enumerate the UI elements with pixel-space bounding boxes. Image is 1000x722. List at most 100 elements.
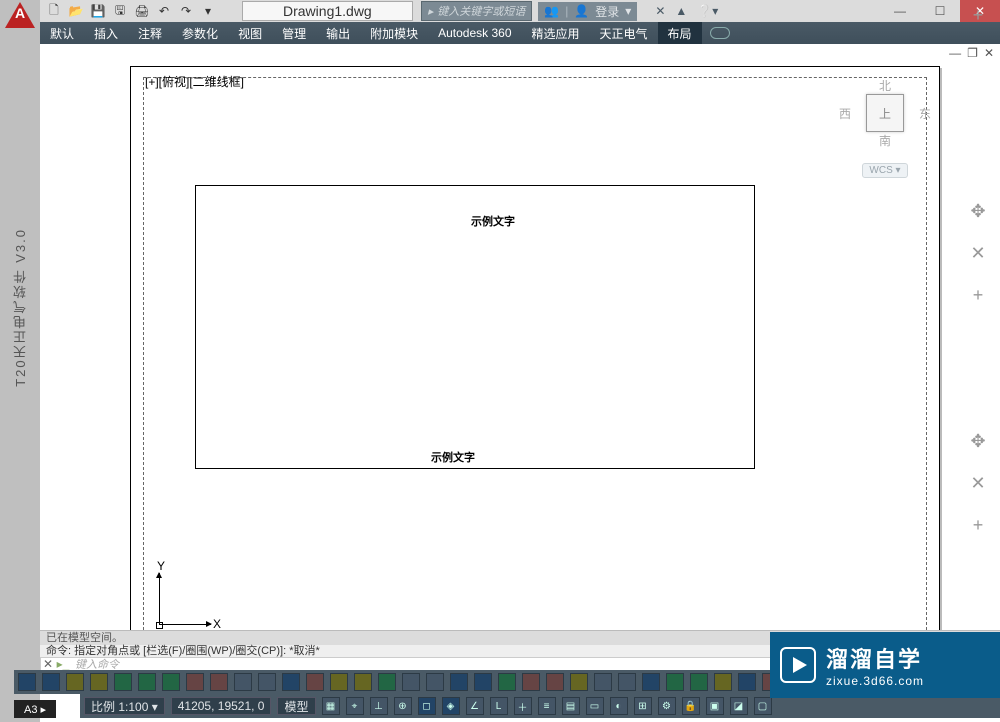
status-sc-icon[interactable]: ◐ xyxy=(610,697,628,715)
tool-btn[interactable] xyxy=(666,673,684,691)
undo-icon[interactable]: ↶ xyxy=(156,3,172,19)
mdi-restore[interactable]: ❐ xyxy=(967,46,978,60)
tool-btn[interactable] xyxy=(282,673,300,691)
viewport-label[interactable]: [+][俯视][二维线框] xyxy=(145,73,244,90)
viewcube-north[interactable]: 北 xyxy=(835,77,935,94)
right-close-icon[interactable]: ✕ xyxy=(967,242,989,264)
status-transparency-icon[interactable]: ▤ xyxy=(562,697,580,715)
status-grid-icon[interactable]: ▦ xyxy=(322,697,340,715)
tool-btn[interactable] xyxy=(258,673,276,691)
tool-btn[interactable] xyxy=(330,673,348,691)
status-workspace-icon[interactable]: ⚙ xyxy=(658,697,676,715)
tab-addins[interactable]: 附加模块 xyxy=(360,22,428,45)
tool-btn[interactable] xyxy=(138,673,156,691)
tool-btn[interactable] xyxy=(186,673,204,691)
tool-btn[interactable] xyxy=(690,673,708,691)
status-annomonitor-icon[interactable]: ⊞ xyxy=(634,697,652,715)
tool-btn[interactable] xyxy=(426,673,444,691)
status-lwt-icon[interactable]: ≡ xyxy=(538,697,556,715)
open-icon[interactable]: 📂 xyxy=(68,3,84,19)
status-ortho-icon[interactable]: ⊥ xyxy=(370,697,388,715)
save-icon[interactable]: 💾 xyxy=(90,3,106,19)
tab-output[interactable]: 输出 xyxy=(316,22,360,45)
viewcube-west[interactable]: 西 xyxy=(839,105,851,122)
tool-btn[interactable] xyxy=(114,673,132,691)
right-move-icon[interactable]: ✥ xyxy=(967,200,989,222)
status-3dosnap-icon[interactable]: ◈ xyxy=(442,697,460,715)
viewcube-south[interactable]: 南 xyxy=(835,132,935,149)
tab-annotate[interactable]: 注释 xyxy=(128,22,172,45)
tool-btn[interactable] xyxy=(162,673,180,691)
tool-btn[interactable] xyxy=(234,673,252,691)
right-plus-icon[interactable]: + xyxy=(967,4,989,26)
autodesk-icon[interactable]: ▲ xyxy=(675,4,687,18)
tool-btn[interactable] xyxy=(594,673,612,691)
ribbon-toggle-icon[interactable] xyxy=(710,27,730,39)
status-snap-icon[interactable]: ⌖ xyxy=(346,697,364,715)
tool-btn[interactable] xyxy=(546,673,564,691)
status-clean-icon[interactable]: ▢ xyxy=(754,697,772,715)
paper-space-canvas[interactable]: [+][俯视][二维线框] 示例文字 示例文字 Y X 北 西 上 东 南 WC… xyxy=(130,66,940,646)
new-icon[interactable]: 🗋 xyxy=(46,3,62,19)
tool-btn[interactable] xyxy=(90,673,108,691)
tool-btn[interactable] xyxy=(354,673,372,691)
tool-btn[interactable] xyxy=(66,673,84,691)
mdi-minimize[interactable]: — xyxy=(949,46,961,60)
status-lock-icon[interactable]: 🔒 xyxy=(682,697,700,715)
tab-manage[interactable]: 管理 xyxy=(272,22,316,45)
help-icon[interactable]: ❔▾ xyxy=(697,4,718,18)
saveas-icon[interactable]: 🖫 xyxy=(112,3,128,19)
tool-btn[interactable] xyxy=(306,673,324,691)
tool-btn[interactable] xyxy=(498,673,516,691)
right-move-icon[interactable]: ✥ xyxy=(967,430,989,452)
tab-layout[interactable]: 布局 xyxy=(658,22,702,45)
exchange-icon[interactable]: ✕ xyxy=(655,4,665,18)
qat-dropdown-icon[interactable]: ▾ xyxy=(200,3,216,19)
status-mode[interactable]: 模型 xyxy=(277,697,315,715)
tab-default[interactable]: 默认 xyxy=(40,22,84,45)
status-polar-icon[interactable]: ⊕ xyxy=(394,697,412,715)
file-tab[interactable]: Drawing1.dwg xyxy=(242,1,413,21)
status-osnap-icon[interactable]: ◻ xyxy=(418,697,436,715)
tool-btn[interactable] xyxy=(210,673,228,691)
view-cube[interactable]: 北 西 上 东 南 WCS ▾ xyxy=(835,75,935,205)
mdi-close[interactable]: ✕ xyxy=(984,46,994,60)
tool-btn[interactable] xyxy=(402,673,420,691)
redo-icon[interactable]: ↷ xyxy=(178,3,194,19)
app-logo[interactable] xyxy=(5,2,35,28)
tool-btn[interactable] xyxy=(474,673,492,691)
tab-featured[interactable]: 精选应用 xyxy=(522,22,590,45)
viewcube-top-face[interactable]: 上 xyxy=(866,94,904,132)
tool-btn[interactable] xyxy=(378,673,396,691)
tab-insert[interactable]: 插入 xyxy=(84,22,128,45)
paper-size-tag[interactable]: A3 ▸ xyxy=(14,700,56,718)
login-box[interactable]: 👥 | 👤 登录 ▾ xyxy=(538,2,637,21)
status-scale[interactable]: 比例 1:100 ▾ xyxy=(84,697,165,715)
viewcube-east[interactable]: 东 xyxy=(919,105,931,122)
tool-btn[interactable] xyxy=(18,673,36,691)
tool-btn[interactable] xyxy=(450,673,468,691)
minimize-button[interactable]: — xyxy=(880,0,920,22)
tool-btn[interactable] xyxy=(714,673,732,691)
tab-tianzheng[interactable]: 天正电气 xyxy=(590,22,658,45)
status-hardware-icon[interactable]: ▣ xyxy=(706,697,724,715)
search-box[interactable]: ▸ 键入关键字或短语 xyxy=(421,1,533,21)
status-ducs-icon[interactable]: L xyxy=(490,697,508,715)
command-close-icon[interactable]: ✕ xyxy=(41,657,55,671)
viewcube-wcs-dropdown[interactable]: WCS ▾ xyxy=(862,163,907,178)
status-qp-icon[interactable]: ▭ xyxy=(586,697,604,715)
tool-btn[interactable] xyxy=(570,673,588,691)
status-isolate-icon[interactable]: ◪ xyxy=(730,697,748,715)
tab-a360[interactable]: Autodesk 360 xyxy=(428,23,521,43)
tool-btn[interactable] xyxy=(42,673,60,691)
right-plus-icon[interactable]: + xyxy=(967,514,989,536)
tool-btn[interactable] xyxy=(738,673,756,691)
right-plus-icon[interactable]: + xyxy=(967,284,989,306)
tab-view[interactable]: 视图 xyxy=(228,22,272,45)
print-icon[interactable]: 🖨 xyxy=(134,3,150,19)
right-close-icon[interactable]: ✕ xyxy=(967,472,989,494)
status-otrack-icon[interactable]: ∠ xyxy=(466,697,484,715)
status-dyn-icon[interactable]: ＋ xyxy=(514,697,532,715)
tool-btn[interactable] xyxy=(522,673,540,691)
tab-parametric[interactable]: 参数化 xyxy=(172,22,228,45)
